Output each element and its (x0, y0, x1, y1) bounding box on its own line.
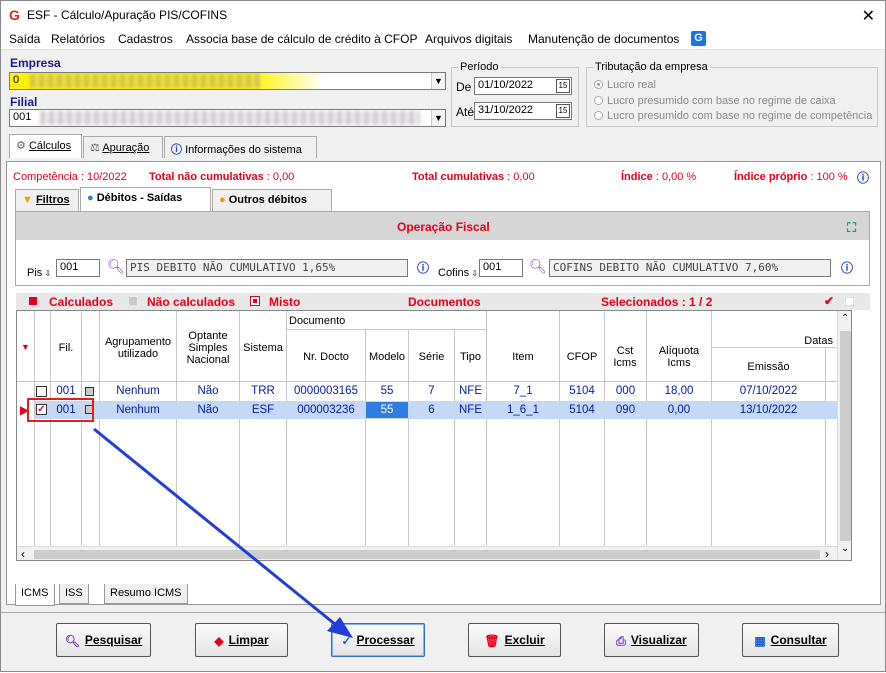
annotation-arrow (93, 427, 353, 638)
arrow-line (93, 427, 342, 631)
main-window: G ESF - Cálculo/Apuração PIS/COFINS ✕ Sa… (0, 0, 886, 672)
